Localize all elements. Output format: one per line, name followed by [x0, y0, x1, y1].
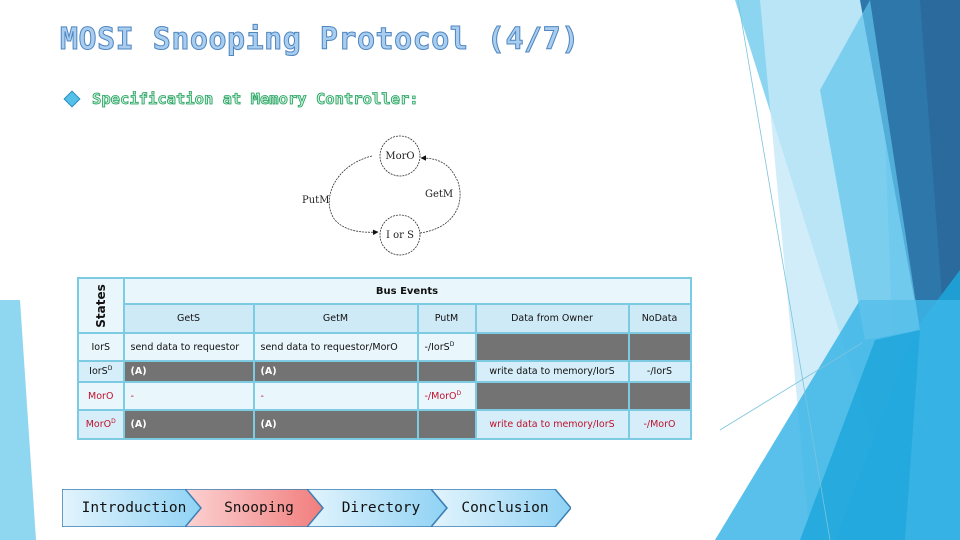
cell-text: -/IorS: [646, 366, 673, 377]
bg-shape: [0, 300, 36, 540]
column-header-data-from-owner: Data from Owner: [474, 303, 630, 334]
nav-label: Introduction: [81, 500, 187, 516]
cell-nodata: [627, 381, 692, 411]
state-name: IorS: [89, 366, 108, 378]
table-row: MorOD (A) (A) write data to memory/IorS -/Mo…: [77, 409, 692, 440]
nav-label: Snooping: [224, 500, 294, 516]
table-row: MorO - - -/MorOD: [77, 381, 692, 411]
cell-text: (A): [260, 419, 277, 430]
cell-text: -/IorS: [424, 342, 450, 354]
cell-gets: (A): [122, 360, 255, 383]
nav-item-introduction[interactable]: Introduction: [62, 489, 202, 527]
cell-superscript: D: [456, 389, 462, 397]
transition-putm-arrow: [328, 155, 379, 236]
bullet-text: Specification at Memory Controller:: [92, 90, 419, 109]
nav-item-conclusion[interactable]: Conclusion: [431, 489, 571, 527]
transition-label-putm: PutM: [302, 195, 329, 206]
cell-nodata: [627, 332, 692, 362]
column-header-getm: GetM: [252, 303, 419, 334]
column-header-gets: GetS: [122, 303, 255, 334]
cell-getm: send data to requestor/MorO: [252, 332, 419, 362]
cell-data-from-owner: write data to memory/IorS: [474, 409, 630, 440]
cell-text: write data to memory/IorS: [489, 419, 615, 430]
cell-putm: -/MorOD: [416, 381, 477, 411]
table-row: IorSD (A) (A) write data to memory/IorS -/Io…: [77, 360, 692, 383]
cell-gets: (A): [122, 409, 255, 440]
cell-putm: -/IorSD: [416, 332, 477, 362]
spec-table: States Bus Events GetS GetM PutM Data fr…: [77, 277, 692, 440]
cell-data-from-owner: [474, 332, 630, 362]
cell-getm: (A): [252, 409, 419, 440]
nav-item-snooping[interactable]: Snooping: [185, 489, 325, 527]
cell-text: (A): [130, 366, 147, 377]
slide-title: MOSI Snooping Protocol (4/7): [60, 22, 580, 58]
state-diagram: MorO I or S PutM GetM: [302, 135, 461, 256]
section-navigation: Introduction Snooping Directory Conclusi…: [62, 489, 582, 527]
table-row: IorS send data to requestor send data to r…: [77, 332, 692, 362]
cell-text: send data to requestor: [130, 341, 240, 353]
background-decoration: [0, 0, 960, 540]
cell-text: -: [260, 390, 264, 402]
states-header-cell: States: [77, 277, 125, 334]
cell-text: -/MorO: [643, 419, 676, 430]
cell-gets: send data to requestor: [122, 332, 255, 362]
state-label-iors: I or S: [386, 230, 414, 241]
state-name: MorO: [88, 390, 114, 402]
state-cell: MorO: [77, 381, 125, 411]
state-name: IorS: [91, 341, 111, 353]
state-superscript: D: [111, 418, 116, 426]
state-superscript: D: [107, 365, 113, 373]
cell-text: send data to requestor/MorO: [260, 341, 398, 353]
state-label-moro: MorO: [385, 151, 414, 162]
nav-label: Directory: [341, 500, 421, 516]
bus-events-header: Bus Events: [122, 277, 692, 305]
cell-nodata: -/IorS: [627, 360, 692, 383]
cell-text: (A): [260, 366, 277, 377]
cell-text: -: [130, 390, 134, 402]
cell-text: (A): [130, 419, 147, 430]
states-header: States: [93, 283, 108, 328]
cell-superscript: D: [449, 340, 455, 348]
cell-nodata: -/MorO: [627, 409, 692, 440]
state-name: MorO: [85, 419, 112, 431]
cell-text: write data to memory/IorS: [489, 366, 615, 377]
cell-data-from-owner: [474, 381, 630, 411]
state-cell: IorS: [77, 332, 125, 362]
cell-getm: (A): [252, 360, 419, 383]
cell-putm: [416, 360, 477, 383]
column-header-nodata: NoData: [627, 303, 692, 334]
transition-label-getm: GetM: [425, 189, 453, 200]
cell-putm: [416, 409, 477, 440]
nav-label: Conclusion: [461, 500, 549, 516]
state-cell: MorOD: [77, 409, 125, 440]
nav-item-directory[interactable]: Directory: [307, 489, 447, 527]
cell-data-from-owner: write data to memory/IorS: [474, 360, 630, 383]
column-header-putm: PutM: [416, 303, 477, 334]
cell-getm: -: [252, 381, 419, 411]
state-cell: IorSD: [77, 360, 125, 383]
cell-text: -/MorO: [424, 391, 457, 403]
diamond-bullet-icon: [63, 90, 81, 108]
bullet-item: Specification at Memory Controller:: [63, 90, 419, 109]
cell-gets: -: [122, 381, 255, 411]
